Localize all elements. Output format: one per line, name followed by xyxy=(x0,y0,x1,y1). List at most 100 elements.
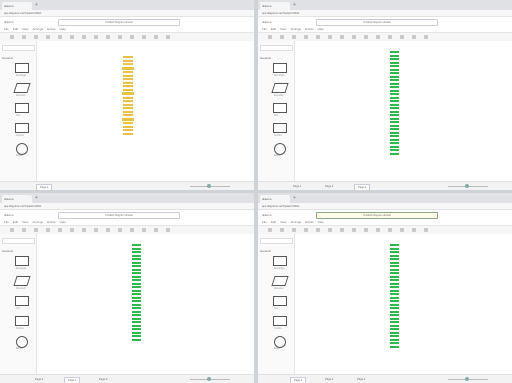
diagram-shape[interactable] xyxy=(390,149,399,151)
diagram-shape[interactable] xyxy=(123,81,133,84)
waypoint-icon[interactable] xyxy=(400,35,404,39)
diagram-shape[interactable] xyxy=(132,307,141,309)
delete-icon[interactable] xyxy=(316,228,320,232)
diagram-shape[interactable] xyxy=(390,324,399,327)
shape-search-input[interactable] xyxy=(2,238,35,244)
diagram-shape[interactable] xyxy=(390,107,399,109)
textbox-shape[interactable] xyxy=(15,123,29,133)
diagram-shape[interactable] xyxy=(390,72,399,74)
diagram-shape[interactable] xyxy=(123,88,133,91)
diagram-stack[interactable] xyxy=(132,244,141,342)
diagram-shape[interactable] xyxy=(390,138,399,141)
fill-icon[interactable] xyxy=(94,35,98,39)
text-shape[interactable] xyxy=(15,103,29,113)
diagram-shape[interactable] xyxy=(132,324,141,327)
page-tab[interactable]: Page-3 xyxy=(354,377,368,382)
undo-icon[interactable] xyxy=(268,228,272,232)
address-bar[interactable]: app.diagrams.net/?splash=0#G1 xyxy=(258,10,512,17)
diagram-shape[interactable] xyxy=(122,66,134,70)
diagram-shape[interactable] xyxy=(390,321,399,323)
diagram-shape[interactable] xyxy=(390,272,399,274)
table-icon[interactable] xyxy=(424,228,428,232)
page-tab[interactable]: Page-2 xyxy=(64,377,81,383)
insert-icon[interactable] xyxy=(154,228,158,232)
diagram-shape[interactable] xyxy=(132,338,141,341)
rounded-shape[interactable] xyxy=(271,83,289,93)
fill-icon[interactable] xyxy=(352,35,356,39)
diagram-shape[interactable] xyxy=(390,335,399,337)
diagram-shape[interactable] xyxy=(132,254,141,257)
waypoint-icon[interactable] xyxy=(142,35,146,39)
diagram-shape[interactable] xyxy=(132,328,141,330)
diagram-shape[interactable] xyxy=(132,300,141,302)
diagram-shape[interactable] xyxy=(390,314,399,316)
new-tab-button[interactable]: + xyxy=(35,2,38,8)
zoom-slider-handle[interactable] xyxy=(465,377,469,381)
connection-icon[interactable] xyxy=(388,35,392,39)
new-tab-button[interactable]: + xyxy=(293,195,296,201)
diagram-canvas[interactable] xyxy=(295,41,512,181)
diagram-shape[interactable] xyxy=(132,293,141,295)
shape-group-label[interactable]: General xyxy=(260,56,271,60)
diagram-stack[interactable] xyxy=(122,56,134,136)
page-tab[interactable]: Page-3 xyxy=(354,184,371,190)
table-icon[interactable] xyxy=(424,35,428,39)
rectangle-shape[interactable] xyxy=(15,256,29,266)
front-icon[interactable] xyxy=(70,35,74,39)
redo-icon[interactable] xyxy=(22,228,26,232)
diagram-shape[interactable] xyxy=(390,345,399,348)
line-color-icon[interactable] xyxy=(364,35,368,39)
diagram-shape[interactable] xyxy=(390,338,399,341)
diagram-shape[interactable] xyxy=(390,293,399,295)
address-bar[interactable]: app.diagrams.net/?splash=0#G1 xyxy=(0,203,254,210)
diagram-shape[interactable] xyxy=(390,275,399,278)
front-icon[interactable] xyxy=(328,35,332,39)
insert-icon[interactable] xyxy=(412,228,416,232)
diagram-shape[interactable] xyxy=(390,93,399,95)
insert-icon[interactable] xyxy=(154,35,158,39)
diagram-shape[interactable] xyxy=(132,314,141,316)
document-title[interactable]: Untitled Diagram.drawio xyxy=(316,212,438,219)
table-icon[interactable] xyxy=(166,228,170,232)
document-title[interactable]: Untitled Diagram.drawio xyxy=(316,19,438,26)
browser-tab[interactable]: draw.io xyxy=(260,2,290,10)
rounded-shape[interactable] xyxy=(13,276,31,286)
diagram-shape[interactable] xyxy=(390,317,399,320)
shadow-icon[interactable] xyxy=(118,228,122,232)
shape-search-input[interactable] xyxy=(260,45,293,51)
zoom-slider-handle[interactable] xyxy=(207,377,211,381)
zoom-slider-handle[interactable] xyxy=(465,184,469,188)
diagram-shape[interactable] xyxy=(390,103,399,106)
diagram-shape[interactable] xyxy=(390,268,399,271)
diagram-shape[interactable] xyxy=(132,265,141,267)
zoom-out-icon[interactable] xyxy=(34,228,38,232)
diagram-shape[interactable] xyxy=(390,68,399,71)
diagram-shape[interactable] xyxy=(132,286,141,288)
diagram-shape[interactable] xyxy=(390,282,399,285)
diagram-canvas[interactable] xyxy=(37,234,254,374)
ellipse-shape[interactable] xyxy=(16,336,28,348)
shadow-icon[interactable] xyxy=(376,228,380,232)
waypoint-icon[interactable] xyxy=(400,228,404,232)
document-title[interactable]: Untitled Diagram.drawio xyxy=(58,212,180,219)
rectangle-shape[interactable] xyxy=(15,63,29,73)
diagram-shape[interactable] xyxy=(390,96,399,99)
diagram-shape[interactable] xyxy=(390,89,399,92)
new-tab-button[interactable]: + xyxy=(293,2,296,8)
zoom-in-icon[interactable] xyxy=(46,228,50,232)
diagram-shape[interactable] xyxy=(390,251,399,253)
new-tab-button[interactable]: + xyxy=(35,195,38,201)
zoom-in-icon[interactable] xyxy=(304,228,308,232)
rectangle-shape[interactable] xyxy=(273,256,287,266)
diagram-shape[interactable] xyxy=(132,317,141,320)
rounded-shape[interactable] xyxy=(271,276,289,286)
address-bar[interactable]: app.diagrams.net/?splash=0#G1 xyxy=(0,10,254,17)
ellipse-shape[interactable] xyxy=(274,336,286,348)
diagram-shape[interactable] xyxy=(390,244,399,246)
address-bar[interactable]: app.diagrams.net/?splash=0#G1 xyxy=(258,203,512,210)
diagram-shape[interactable] xyxy=(390,247,399,250)
text-shape[interactable] xyxy=(273,296,287,306)
diagram-shape[interactable] xyxy=(390,65,399,67)
connection-icon[interactable] xyxy=(130,228,134,232)
text-shape[interactable] xyxy=(15,296,29,306)
